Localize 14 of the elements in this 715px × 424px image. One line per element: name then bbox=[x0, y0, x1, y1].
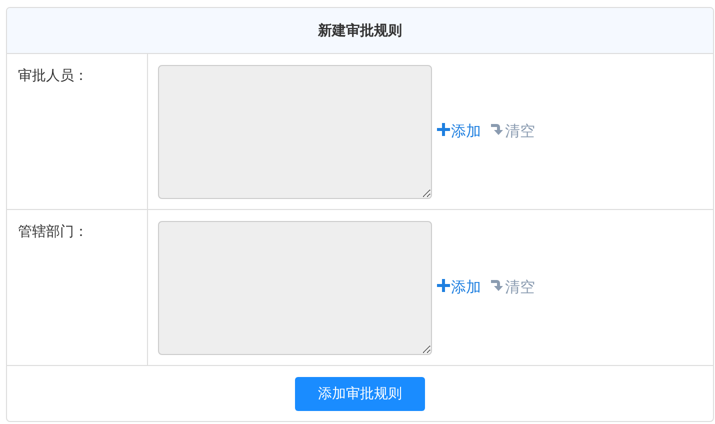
submit-button[interactable]: 添加审批规则 bbox=[295, 376, 425, 410]
redo-arrow-icon bbox=[490, 278, 503, 292]
add-link[interactable]: 添加 bbox=[437, 122, 481, 141]
text-area[interactable] bbox=[158, 220, 432, 354]
redo-arrow-icon bbox=[490, 122, 503, 136]
panel-title: 新建审批规则 bbox=[318, 22, 402, 40]
plus-icon bbox=[437, 122, 450, 136]
field-label: 管辖部门： bbox=[18, 224, 88, 240]
clear-link[interactable]: 清空 bbox=[490, 122, 535, 141]
field-label: 审批人员： bbox=[18, 68, 88, 84]
plus-icon bbox=[437, 278, 450, 292]
text-area[interactable] bbox=[158, 64, 432, 198]
clear-link[interactable]: 清空 bbox=[490, 278, 535, 297]
add-link[interactable]: 添加 bbox=[437, 278, 481, 297]
